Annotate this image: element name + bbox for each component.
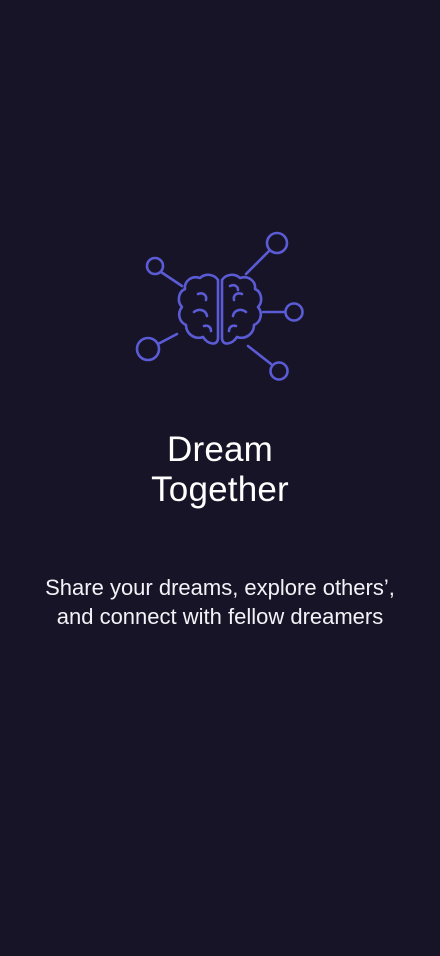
onboarding-screen: Dream Together Share your dreams, explor… [0, 0, 440, 956]
title-line-1: Dream [166, 430, 274, 469]
page-title: Dream Together [0, 430, 440, 510]
page-subtitle: Share your dreams, explore others’, and … [45, 575, 395, 629]
title-line-2: Together [151, 470, 289, 509]
brain-network-icon [130, 228, 310, 388]
